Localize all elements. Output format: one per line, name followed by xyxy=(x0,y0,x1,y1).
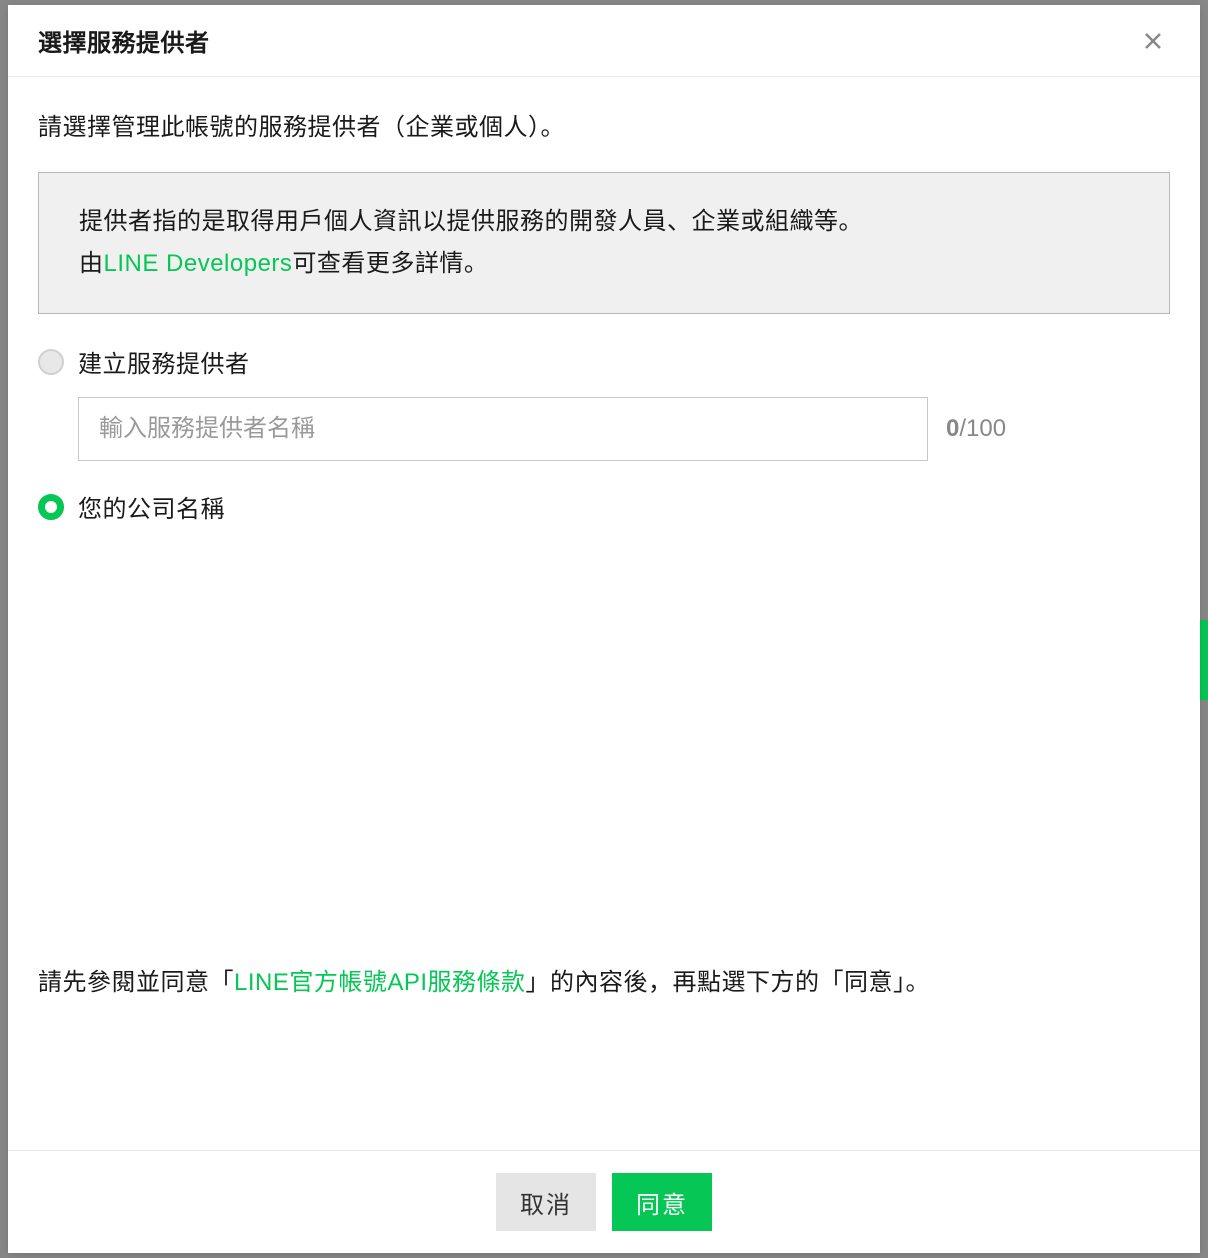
info-line2-suffix: 可查看更多詳情。 xyxy=(292,250,488,277)
modal-title: 選擇服務提供者 xyxy=(38,23,210,58)
char-max: /100 xyxy=(959,415,1006,442)
info-line2-prefix: 由 xyxy=(79,250,104,277)
agreement-prefix: 請先參閱並同意「 xyxy=(38,969,234,996)
agreement-suffix: 」的內容後，再點選下方的「同意」。 xyxy=(526,969,931,996)
agree-button[interactable]: 同意 xyxy=(612,1173,712,1231)
intro-text: 請選擇管理此帳號的服務提供者（企業或個人）。 xyxy=(38,107,1170,142)
radio-option-existing[interactable]: 您的公司名稱 xyxy=(38,489,1170,524)
bg-accent xyxy=(1200,620,1208,700)
api-terms-link[interactable]: LINE官方帳號API服務條款 xyxy=(234,969,526,996)
modal-footer: 取消 同意 xyxy=(8,1150,1200,1253)
info-line1: 提供者指的是取得用戶個人資訊以提供服務的開發人員、企業或組織等。 xyxy=(79,201,1129,243)
radio-option-create[interactable]: 建立服務提供者 xyxy=(38,344,1170,379)
info-line2: 由LINE Developers可查看更多詳情。 xyxy=(79,243,1129,285)
agreement-text: 請先參閱並同意「LINE官方帳號API服務條款」的內容後，再點選下方的「同意」。 xyxy=(38,964,1170,1002)
close-button[interactable] xyxy=(1136,24,1170,58)
char-count: 0 xyxy=(946,415,959,442)
line-developers-link[interactable]: LINE Developers xyxy=(104,250,293,277)
provider-name-input-row: 0/100 xyxy=(78,397,1170,461)
modal-header: 選擇服務提供者 xyxy=(8,5,1200,77)
modal-body: 請選擇管理此帳號的服務提供者（企業或個人）。 提供者指的是取得用戶個人資訊以提供… xyxy=(8,77,1200,1150)
radio-label-create: 建立服務提供者 xyxy=(78,344,250,379)
info-box: 提供者指的是取得用戶個人資訊以提供服務的開發人員、企業或組織等。 由LINE D… xyxy=(38,172,1170,314)
cancel-button[interactable]: 取消 xyxy=(496,1173,596,1231)
radio-icon-unselected xyxy=(38,349,64,375)
provider-name-input[interactable] xyxy=(78,397,928,461)
char-counter: 0/100 xyxy=(946,415,1006,443)
radio-icon-selected xyxy=(38,494,64,520)
close-icon xyxy=(1141,29,1165,53)
radio-label-existing: 您的公司名稱 xyxy=(78,489,225,524)
modal-dialog: 選擇服務提供者 請選擇管理此帳號的服務提供者（企業或個人）。 提供者指的是取得用… xyxy=(8,5,1200,1253)
